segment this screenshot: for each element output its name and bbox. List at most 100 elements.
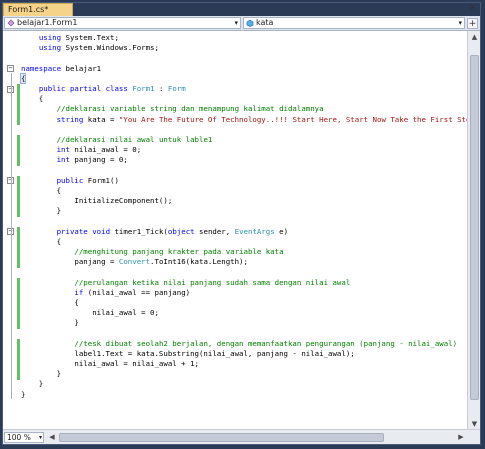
- code-line[interactable]: label1.Text = kata.Substring(nilai_awal,…: [21, 349, 469, 359]
- code-line[interactable]: [21, 125, 469, 135]
- code-token: System.Windows.Forms;: [61, 43, 159, 53]
- comment-token: //tesk dibuat seolah2 berjalan, dengan m…: [74, 338, 458, 348]
- keyword-token: int: [56, 145, 70, 155]
- keyword-token: partial: [69, 83, 102, 93]
- changed-line-marker: [17, 104, 20, 115]
- code-line[interactable]: [21, 328, 469, 338]
- code-line[interactable]: {: [21, 186, 469, 196]
- code-line[interactable]: nilai_awal = 0;: [21, 308, 469, 318]
- code-line[interactable]: [21, 216, 469, 226]
- code-line[interactable]: }: [21, 390, 469, 400]
- code-line[interactable]: [21, 267, 469, 277]
- code-token: Form1(): [83, 175, 119, 185]
- code-line[interactable]: string kata = "You Are The Future Of Tec…: [21, 115, 469, 125]
- code-token: (nilai_awal == panjang): [83, 287, 191, 297]
- code-token: :: [154, 83, 168, 93]
- code-line[interactable]: {: [21, 94, 469, 104]
- code-token: kata =: [83, 114, 119, 124]
- code-line[interactable]: if (nilai_awal == panjang): [21, 288, 469, 298]
- code-token: System.Text;: [61, 33, 119, 42]
- code-line[interactable]: nilai_awal = nilai_awal + 1;: [21, 359, 469, 369]
- code-line[interactable]: using System.Windows.Forms;: [21, 43, 469, 53]
- scroll-right-icon[interactable]: ▶: [456, 432, 466, 443]
- member-dropdown[interactable]: kata ▾: [243, 17, 465, 29]
- code-token: }: [21, 379, 44, 389]
- type-dropdown-value: belajar1.Form1: [17, 18, 78, 27]
- code-token: {: [21, 185, 62, 195]
- code-line[interactable]: //tesk dibuat seolah2 berjalan, dengan m…: [21, 339, 469, 349]
- zoom-dropdown[interactable]: 100 % ▾: [4, 432, 44, 443]
- outline-guide: [10, 72, 12, 399]
- comment-token: //deklarasi variable string dan menampun…: [56, 104, 324, 114]
- code-token: sender,: [194, 226, 235, 236]
- type-dropdown[interactable]: belajar1.Form1 ▾: [4, 17, 241, 29]
- document-tab[interactable]: Form1.cs*: [3, 3, 73, 16]
- code-line[interactable]: //deklarasi nilai awal untuk lable1: [21, 135, 469, 145]
- collapse-icon[interactable]: −: [7, 65, 14, 73]
- code-line[interactable]: }: [21, 318, 469, 328]
- code-token: }: [21, 369, 62, 379]
- keyword-token: namespace: [21, 63, 62, 73]
- code-line[interactable]: }: [21, 379, 469, 389]
- type-token: EventArgs: [234, 226, 275, 236]
- code-token: }: [21, 389, 26, 399]
- vertical-scrollbar[interactable]: ▲ ▼: [467, 31, 480, 431]
- code-line[interactable]: private void timer1_Tick(object sender, …: [21, 227, 469, 237]
- code-line[interactable]: int nilai_awal = 0;: [21, 145, 469, 155]
- chevron-down-icon: ▾: [38, 434, 42, 441]
- code-line[interactable]: [21, 165, 469, 175]
- changed-line-marker: [17, 369, 20, 381]
- keyword-token: public: [56, 175, 84, 185]
- scroll-left-icon[interactable]: ◀: [47, 432, 57, 443]
- code-token: e): [274, 226, 289, 236]
- code-line[interactable]: {: [19, 72, 469, 84]
- comment-token: //menghitung panjang krakter pada variab…: [74, 246, 284, 256]
- code-line[interactable]: using System.Text;: [21, 33, 469, 43]
- split-editor-button[interactable]: +: [467, 18, 478, 29]
- changed-line-marker: [17, 186, 20, 197]
- code-line[interactable]: public partial class Form1 : Form: [21, 84, 469, 94]
- code-line[interactable]: namespace belajar1: [21, 64, 469, 74]
- keyword-token: if: [74, 287, 84, 297]
- changed-line-marker: [17, 135, 20, 146]
- code-line[interactable]: panjang = Convert.ToInt16(kata.Length);: [21, 257, 469, 267]
- changed-line-marker: [17, 114, 20, 126]
- changed-line-marker: [17, 277, 20, 289]
- vertical-scroll-thumb[interactable]: [470, 55, 479, 400]
- horizontal-scroll-thumb[interactable]: [59, 433, 384, 442]
- changed-line-marker: [17, 84, 20, 95]
- changed-line-marker: [17, 349, 20, 360]
- code-line[interactable]: {: [21, 298, 469, 308]
- code-line[interactable]: }: [21, 369, 469, 379]
- code-line[interactable]: {: [21, 237, 469, 247]
- changed-line-marker: [17, 247, 20, 258]
- code-line[interactable]: //menghitung panjang krakter pada variab…: [21, 247, 469, 257]
- changed-line-marker: [17, 298, 20, 309]
- code-editor[interactable]: −−−− using System.Text; using System.Win…: [3, 31, 469, 431]
- close-icon[interactable]: ×: [468, 4, 477, 14]
- code-line[interactable]: InitializeComponent();: [21, 196, 469, 206]
- code-line[interactable]: }: [21, 206, 469, 216]
- code-line[interactable]: //deklarasi variable string dan menampun…: [21, 104, 469, 114]
- code-token: }: [21, 206, 62, 216]
- code-token: {: [19, 72, 27, 84]
- code-line[interactable]: //perulangan ketika nilai panjang sudah …: [21, 278, 469, 288]
- code-text[interactable]: using System.Text; using System.Windows.…: [19, 33, 469, 400]
- changed-line-marker: [17, 318, 20, 330]
- scroll-up-icon[interactable]: ▲: [469, 32, 480, 43]
- code-line[interactable]: int panjang = 0;: [21, 155, 469, 165]
- keyword-token: using: [38, 43, 62, 53]
- keyword-token: int: [56, 155, 70, 165]
- comment-token: //deklarasi nilai awal untuk lable1: [56, 134, 213, 144]
- changed-line-marker: [17, 339, 20, 350]
- code-line[interactable]: [21, 53, 469, 63]
- member-dropdown-value: kata: [256, 18, 274, 27]
- code-line[interactable]: public Form1(): [21, 176, 469, 186]
